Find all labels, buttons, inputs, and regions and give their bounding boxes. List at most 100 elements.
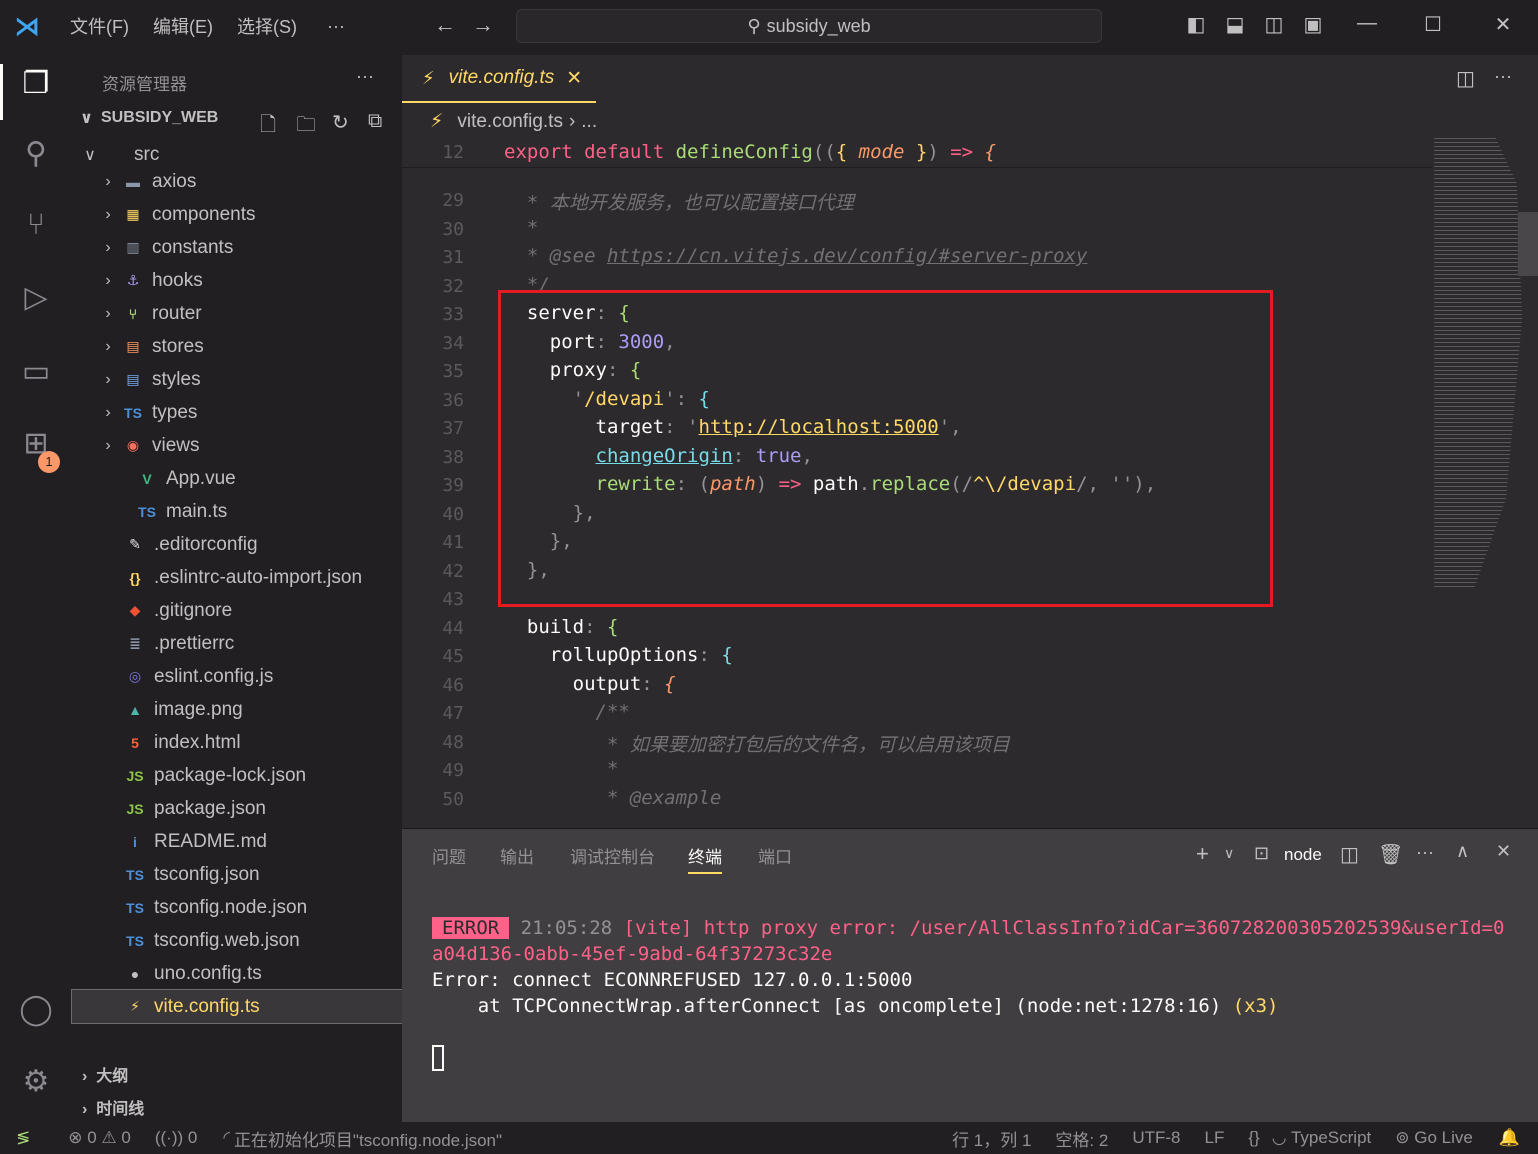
file-icon: 5 [131,734,139,751]
breadcrumb-symbol[interactable]: ... [581,111,597,133]
file-icon: ◆ [129,602,141,618]
indentation[interactable]: 空格: 2 [1055,1126,1108,1151]
terminal-name[interactable]: node [1284,845,1322,865]
panel-tab[interactable]: 终端 [688,843,722,874]
tree-item[interactable]: {} .eslintrc-auto-import.json [72,561,402,594]
maximize-panel-icon[interactable]: ∧ [1456,841,1469,862]
error-message-cont: a04d136-0abb-45ef-9abd-64f37273c32e [432,943,833,965]
tree-item[interactable]: TS main.ts [72,495,402,528]
code-line: /** [504,701,630,723]
close-tab-icon[interactable]: ✕ [566,67,582,90]
tree-item[interactable]: › ▤ stores [72,330,402,363]
split-editor-icon[interactable]: ◫ [1456,66,1475,91]
menu-more[interactable]: ··· [325,16,347,37]
status-bar: ≶ ⊗ 0 ⚠ 0 ((·)) 0 ◜ 正在初始化项目"tsconfig.nod… [0,1122,1538,1154]
code-view[interactable]: 28 29 * 本地开发服务，也可以配置接口代理30 *31 * @see ht… [402,140,1432,828]
outline-section[interactable]: › 大纲 [82,1062,128,1086]
encoding[interactable]: UTF-8 [1132,1128,1180,1148]
sticky-scroll-line[interactable]: 12 export default defineConfig(({ mode }… [402,140,1432,168]
activity-bar: ❐ ⚲ ⑂ ▷ ▭ ⊞ 1 ◯ ⚙ [0,52,72,1122]
toggle-secondary-sidebar-icon[interactable]: ◫ [1261,12,1287,38]
more-actions-icon[interactable]: ··· [356,66,374,87]
customize-layout-icon[interactable]: ▣ [1300,12,1326,38]
code-token: /** [504,701,630,723]
source-control-icon[interactable]: ⑂ [14,208,58,252]
minimap[interactable] [1434,138,1523,588]
tree-item[interactable]: › ▥ constants [72,231,402,264]
panel-tab[interactable]: 端口 [758,843,792,868]
remote-explorer-icon[interactable]: ▭ [14,354,58,398]
file-icon: TS [126,932,144,949]
ports-status[interactable]: ((·)) 0 [155,1128,198,1148]
tree-item[interactable]: JS package-lock.json [72,759,402,792]
new-terminal-icon[interactable]: + [1196,841,1209,867]
collapse-all-icon[interactable]: ⧉ [368,110,382,133]
tree-item[interactable]: › ⑂ router [72,297,402,330]
terminal-output[interactable]: ERROR 21:05:28 [vite] http proxy error: … [432,915,1522,1095]
code-line: * [504,758,618,780]
settings-gear-icon[interactable]: ⚙ [14,1064,58,1108]
language-mode[interactable]: ◡ TypeScript [1272,1128,1372,1148]
workspace-root[interactable]: ∨ SUBSIDY_WEB [80,108,218,128]
split-terminal-icon[interactable]: ◫ [1340,842,1359,867]
explorer-icon[interactable]: ❐ [14,66,58,110]
tree-item[interactable]: TS tsconfig.json [72,858,402,891]
tree-item-label: constants [152,236,234,258]
menu-file[interactable]: 文件(F) [68,13,131,39]
toggle-sidebar-icon[interactable]: ◧ [1183,12,1209,38]
tree-item[interactable]: ⚡ vite.config.ts [71,989,403,1024]
tree-item[interactable]: i README.md [72,825,402,858]
cursor-position[interactable]: 行 1，列 1 [952,1126,1031,1151]
tree-item[interactable]: ◆ .gitignore [72,594,402,627]
tree-item[interactable]: JS package.json [72,792,402,825]
tree-item[interactable]: TS tsconfig.node.json [72,891,402,924]
tree-item[interactable]: › ⚓ hooks [72,264,402,297]
tree-item[interactable]: ≣ .prettierrc [72,627,402,660]
tree-item[interactable]: ✎ .editorconfig [72,528,402,561]
forward-arrow-icon[interactable]: → [472,12,494,38]
go-live-button[interactable]: ⊚ Go Live [1395,1128,1473,1148]
tree-item[interactable]: › ▬ axios [72,165,402,198]
tree-item[interactable]: ◎ eslint.config.js [72,660,402,693]
tree-item[interactable]: › ◉ views [72,429,402,462]
tree-item[interactable]: › ▤ styles [72,363,402,396]
close-panel-icon[interactable]: ✕ [1496,841,1511,862]
vite-file-icon: ⚡ [430,111,444,132]
close-window-icon[interactable]: ✕ [1490,12,1516,38]
maximize-icon[interactable]: ☐ [1420,12,1446,38]
search-icon[interactable]: ⚲ [14,136,58,180]
command-center-search[interactable]: ⚲ subsidy_web [516,9,1102,43]
language-status-icon[interactable]: {} [1248,1128,1259,1148]
accounts-icon[interactable]: ◯ [14,992,58,1036]
refresh-icon[interactable]: ↻ [332,110,349,135]
tree-item[interactable]: › ▦ components [72,198,402,231]
tree-item[interactable]: V App.vue [72,462,402,495]
editor-more-icon[interactable]: ··· [1494,66,1512,87]
problems-status[interactable]: ⊗ 0 ⚠ 0 [68,1128,131,1148]
run-debug-icon[interactable]: ▷ [14,280,58,324]
menu-edit[interactable]: 编辑(E) [151,13,215,39]
kill-terminal-icon[interactable]: 🗑 [1378,842,1403,867]
chevron-down-icon[interactable]: ∨ [1224,845,1234,862]
menu-selection[interactable]: 选择(S) [235,13,299,39]
remote-icon[interactable]: ≶ [16,1128,30,1148]
panel-tab[interactable]: 输出 [500,843,534,868]
tree-item[interactable]: ● uno.config.ts [72,957,402,990]
back-arrow-icon[interactable]: ← [434,12,456,38]
tab-vite-config[interactable]: ⚡ vite.config.ts ✕ [402,55,596,103]
tree-item[interactable]: 5 index.html [72,726,402,759]
toggle-panel-icon[interactable]: ⬓ [1222,12,1248,38]
panel-tab[interactable]: 问题 [432,843,466,868]
vscode-logo-icon: ⋊ [14,10,40,41]
scrollbar-thumb[interactable] [1518,212,1538,276]
tree-item[interactable]: TS tsconfig.web.json [72,924,402,957]
panel-tab[interactable]: 调试控制台 [570,843,655,868]
notifications-bell-icon[interactable]: 🔔 [1499,1128,1520,1148]
breadcrumb-file[interactable]: vite.config.ts [457,111,563,133]
line-ending[interactable]: LF [1205,1128,1225,1148]
tree-item[interactable]: › TS types [72,396,402,429]
panel-more-icon[interactable]: ··· [1416,842,1434,863]
timeline-section[interactable]: › 时间线 [82,1095,144,1119]
minimize-icon[interactable]: — [1354,12,1380,38]
tree-item[interactable]: ▲ image.png [72,693,402,726]
